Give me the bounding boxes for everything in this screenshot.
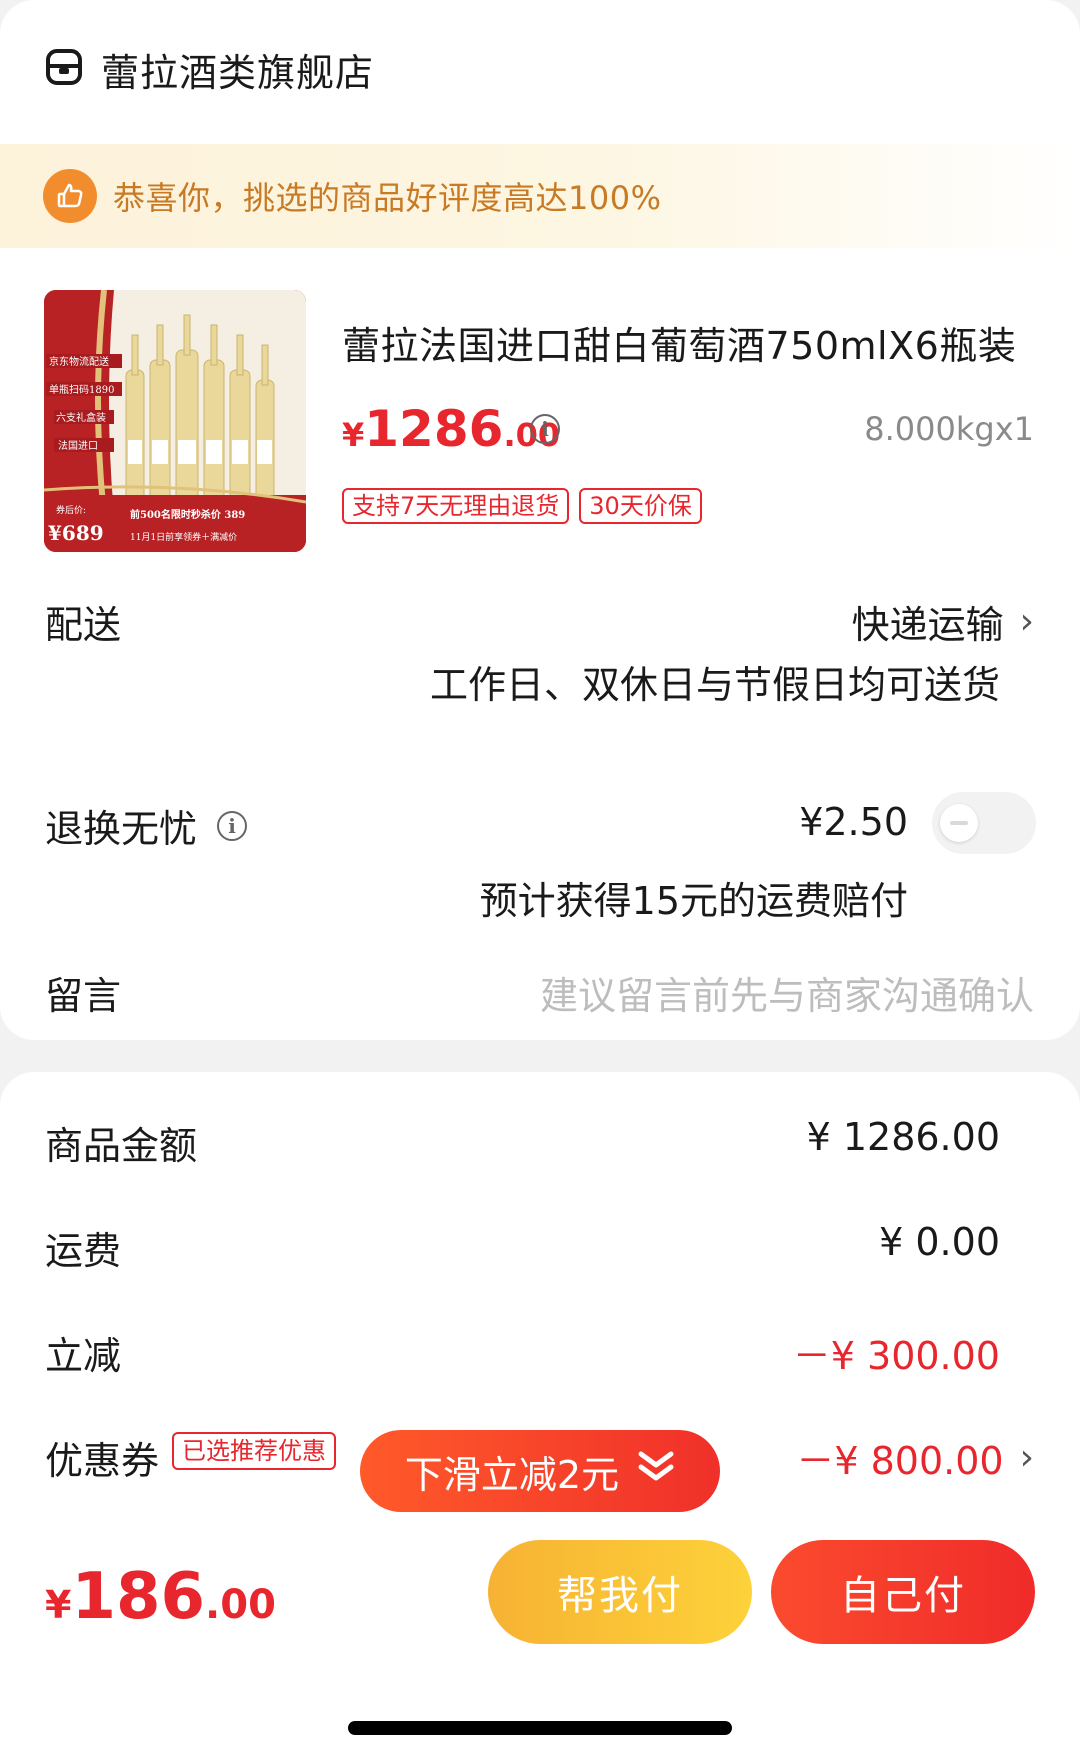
double-chevron-down-icon	[637, 1449, 675, 1493]
chevron-right-icon: ›	[1019, 601, 1034, 642]
store-name: 蕾拉酒类旗舰店	[101, 50, 375, 95]
price-info-icon[interactable]: i	[530, 414, 560, 444]
coupon-value: －¥ 800.00	[796, 1439, 1004, 1483]
delivery-selector[interactable]: 快递运输 ›	[852, 594, 1034, 649]
image-promo-2: 11月1日前享领券＋满减价	[130, 531, 237, 543]
total-price: ¥ 186 .00	[45, 1560, 276, 1634]
help-pay-button[interactable]: 帮我付	[488, 1540, 752, 1644]
returns-toggle[interactable]	[932, 792, 1036, 854]
price-integer: 1286	[364, 400, 504, 458]
total-decimal: .00	[205, 1582, 276, 1628]
total-integer: 186	[71, 1560, 206, 1634]
total-currency: ¥	[45, 1583, 72, 1627]
delivery-value: 快递运输	[851, 603, 1004, 647]
image-label-4: 法国进口	[58, 439, 98, 452]
discount-value: －¥ 300.00	[792, 1334, 1000, 1378]
store-header[interactable]: 蕾拉酒类旗舰店	[45, 44, 375, 95]
shipping-value: ¥ 0.00	[879, 1220, 1000, 1264]
self-pay-button[interactable]: 自己付	[771, 1540, 1035, 1644]
home-indicator[interactable]	[348, 1721, 732, 1735]
goods-amount-label: 商品金额	[45, 1124, 198, 1168]
rating-banner: 恭喜你，挑选的商品好评度高达100%	[0, 144, 1080, 248]
discount-label: 立减	[45, 1334, 122, 1378]
message-input[interactable]: 建议留言前先与商家沟通确认	[540, 965, 1034, 1020]
coupon-label: 优惠券	[45, 1439, 160, 1483]
product-weight-qty: 8.000kgx1	[864, 410, 1034, 448]
slide-discount-button[interactable]: 下滑立减2元	[360, 1430, 720, 1512]
image-label-2: 单瓶扫码1890	[49, 383, 114, 396]
delivery-label: 配送	[45, 603, 122, 647]
toggle-knob	[940, 804, 978, 842]
image-price: ¥689	[48, 521, 104, 545]
slide-hint-text: 下滑立减2元	[404, 1452, 620, 1497]
coupon-tag: 已选推荐优惠	[172, 1432, 336, 1470]
price-protect-tag: 30天价保	[579, 488, 702, 524]
image-promo-1: 前500名限时秒杀价 389	[130, 508, 245, 521]
image-label-3: 六支礼盒装	[56, 411, 106, 424]
product-title[interactable]: 蕾拉法国进口甜白葡萄酒750mlX6瓶装	[342, 315, 1032, 370]
product-price: ¥ 1286 .00	[342, 400, 560, 458]
product-image[interactable]: 京东物流配送 单瓶扫码1890 六支礼盒装 法国进口 券后价: ¥689 前50…	[44, 290, 306, 552]
product-tags: 支持7天无理由退货 30天价保	[342, 488, 702, 524]
returns-price: ¥2.50	[799, 800, 908, 844]
returns-label: 退换无忧	[45, 807, 198, 851]
returns-row: 退换无忧 i	[45, 798, 248, 853]
price-currency: ¥	[342, 416, 365, 454]
returns-info-icon[interactable]: i	[217, 810, 248, 841]
message-label: 留言	[45, 974, 122, 1018]
chevron-right-icon: ›	[1019, 1437, 1034, 1478]
goods-amount-value: ¥ 1286.00	[806, 1115, 1000, 1159]
thumbs-up-icon	[43, 169, 97, 223]
returns-note: 预计获得15元的运费赔付	[479, 879, 908, 923]
shipping-label: 运费	[45, 1229, 122, 1273]
coupon-selector[interactable]: －¥ 800.00 ›	[796, 1430, 1034, 1485]
image-price-label: 券后价:	[56, 504, 86, 516]
image-label-1: 京东物流配送	[49, 355, 109, 368]
store-icon	[45, 48, 83, 90]
return-tag: 支持7天无理由退货	[342, 488, 570, 524]
banner-text: 恭喜你，挑选的商品好评度高达100%	[113, 179, 662, 217]
delivery-note: 工作日、双休日与节假日均可送货	[429, 663, 1000, 707]
